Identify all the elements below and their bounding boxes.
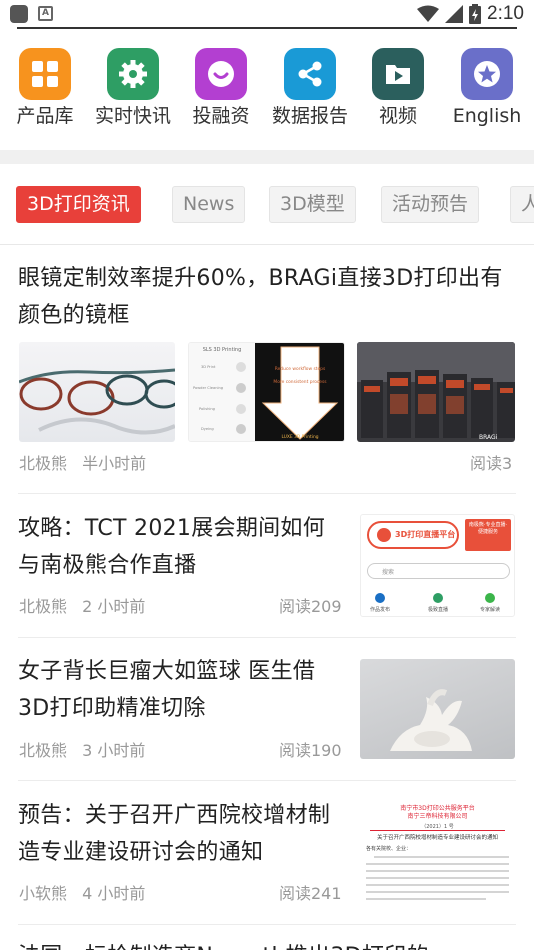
article-image-process-chart: SLS 3D Printing 3D Print Powder Cleaning… bbox=[188, 342, 345, 442]
doc-number: （2021）1 号 bbox=[421, 824, 454, 830]
article-card[interactable]: 法国一标枪制造商Nemeth推出3D打印的 bbox=[18, 938, 516, 950]
article-card[interactable]: 预告：关于召开广西院校增材制造专业建设研讨会的通知 bbox=[18, 797, 348, 871]
doc-header: 南宁市3D打印公共服务平台 bbox=[400, 805, 475, 812]
banner-text: 3D打印直播平台 bbox=[395, 530, 456, 539]
article-divider bbox=[18, 924, 516, 925]
doc-salutation: 各有关院校、企业： bbox=[366, 846, 412, 852]
nav-item-english[interactable]: English bbox=[442, 48, 532, 128]
article-title: 女子背长巨瘤大如篮球 医生借3D打印助精准切除 bbox=[18, 659, 316, 721]
doc-title: 关于召开广西院校增材制造专业建设研讨会的通知 bbox=[376, 835, 498, 841]
chart-heading-right: LUXE 3D Printing bbox=[281, 434, 318, 440]
signal-icon bbox=[445, 5, 464, 23]
article-thumbnail-document: 南宁市3D打印公共服务平台 南宁三帝科技有限公司 （2021）1 号 关于召开广… bbox=[360, 801, 515, 904]
article-title: 法国一标枪制造商Nemeth推出3D打印的 bbox=[18, 938, 516, 950]
smile-icon bbox=[195, 48, 247, 100]
menu-label: 专家解读 bbox=[479, 607, 500, 613]
category-tabs: 3D打印资讯 News 3D模型 活动预告 人 bbox=[0, 186, 534, 224]
article-reads: 阅读209 bbox=[279, 597, 342, 616]
share-icon bbox=[284, 48, 336, 100]
gear-icon bbox=[107, 48, 159, 100]
article-title: 眼镜定制效率提升60%，BRAGi直接3D打印出有颜色的镜框 bbox=[18, 266, 503, 328]
article-author: 北极熊 bbox=[19, 454, 68, 473]
nav-item-investment[interactable]: 投融资 bbox=[176, 48, 266, 128]
article-meta: 北极熊 3 小时前 bbox=[19, 737, 145, 761]
promo-badge: 南极熊·专业直播·便捷服务 bbox=[465, 519, 511, 551]
article-divider bbox=[18, 780, 516, 781]
doc-body-lines bbox=[366, 856, 509, 900]
star-icon bbox=[461, 48, 513, 100]
nav-label: English bbox=[452, 105, 522, 127]
article-time: 4 小时前 bbox=[82, 884, 146, 903]
article-reads: 阅读3 bbox=[470, 454, 513, 473]
article-image-printer-farm: BRAGi bbox=[357, 342, 515, 442]
nav-item-video[interactable]: 视频 bbox=[353, 48, 443, 128]
article-thumbnail-3d-model bbox=[360, 659, 515, 759]
menu-label: 极致直播 bbox=[427, 607, 448, 613]
article-time: 2 小时前 bbox=[82, 597, 146, 616]
nav-label: 投融资 bbox=[192, 105, 250, 127]
nav-label: 实时快讯 bbox=[94, 105, 171, 127]
tab-3d-models[interactable]: 3D模型 bbox=[269, 186, 356, 223]
nav-label: 产品库 bbox=[16, 105, 74, 127]
nav-label: 视频 bbox=[378, 105, 417, 127]
article-card[interactable]: 女子背长巨瘤大如篮球 医生借3D打印助精准切除 bbox=[18, 653, 338, 727]
article-meta: 小软熊 4 小时前 bbox=[19, 880, 145, 904]
status-bar: A 2:10 bbox=[0, 0, 534, 28]
article-meta: 北极熊 半小时前 bbox=[19, 450, 146, 474]
process-step: Powder Cleaning bbox=[193, 386, 223, 390]
wifi-icon bbox=[417, 5, 440, 22]
video-icon bbox=[372, 48, 424, 100]
search-box: 搜索 bbox=[367, 563, 510, 579]
tab-people[interactable]: 人 bbox=[510, 186, 534, 223]
article-reads: 阅读241 bbox=[279, 884, 342, 903]
section-divider bbox=[0, 150, 534, 164]
nav-item-live-news[interactable]: 实时快讯 bbox=[88, 48, 178, 128]
article-reads: 阅读190 bbox=[279, 741, 342, 760]
expert-icon bbox=[485, 593, 495, 603]
article-meta: 北极熊 2 小时前 bbox=[19, 593, 145, 617]
article-thumbnail-live-platform: 3D打印直播平台 南极熊·专业直播·便捷服务 搜索 作品发布 极致直播 专家解读 bbox=[360, 514, 515, 617]
publish-icon bbox=[375, 593, 385, 603]
nav-item-product-library[interactable]: 产品库 bbox=[0, 48, 90, 128]
tabs-divider bbox=[0, 244, 534, 245]
article-image-glasses-1 bbox=[19, 342, 175, 442]
header-divider bbox=[17, 27, 517, 29]
doc-rule bbox=[370, 830, 505, 831]
process-callout: More consistent process bbox=[273, 379, 327, 385]
article-title: 预告：关于召开广西院校增材制造专业建设研讨会的通知 bbox=[18, 803, 331, 865]
banner-pill: 3D打印直播平台 bbox=[367, 521, 459, 549]
process-step: 3D Print bbox=[201, 365, 216, 369]
article-time: 3 小时前 bbox=[82, 741, 146, 760]
app-badge-icon: A bbox=[38, 6, 53, 21]
nav-label: 数据报告 bbox=[271, 105, 348, 127]
notification-icon bbox=[10, 5, 28, 23]
article-divider bbox=[18, 493, 516, 494]
article-time: 半小时前 bbox=[82, 454, 147, 473]
article-divider bbox=[18, 637, 516, 638]
battery-icon bbox=[469, 4, 482, 24]
status-icons: 2:10 bbox=[417, 2, 524, 26]
article-author: 北极熊 bbox=[19, 741, 68, 760]
tab-event-preview[interactable]: 活动预告 bbox=[381, 186, 480, 223]
process-step: Dyeing bbox=[201, 427, 214, 431]
logo-dot bbox=[377, 528, 391, 542]
article-author: 小软熊 bbox=[19, 884, 68, 903]
live-icon bbox=[433, 593, 443, 603]
article-author: 北极熊 bbox=[19, 597, 68, 616]
tab-3d-printing-news[interactable]: 3D打印资讯 bbox=[16, 186, 141, 223]
quick-nav: 产品库 实时快讯 投融资 数据报告 视频 English bbox=[0, 48, 534, 138]
article-card[interactable]: 眼镜定制效率提升60%，BRAGi直接3D打印出有颜色的镜框 bbox=[18, 260, 516, 334]
tab-news[interactable]: News bbox=[172, 186, 246, 223]
clock: 2:10 bbox=[487, 3, 524, 24]
chart-heading-left: SLS 3D Printing bbox=[203, 347, 242, 353]
article-card[interactable]: 攻略：TCT 2021展会期间如何与南极熊合作直播 bbox=[18, 510, 338, 584]
nav-item-data-report[interactable]: 数据报告 bbox=[265, 48, 355, 128]
doc-header: 南宁三帝科技有限公司 bbox=[407, 813, 468, 820]
process-callout: Reduce workflow steps bbox=[275, 366, 326, 372]
brand-watermark: BRAGi bbox=[479, 434, 498, 441]
process-step: Polishing bbox=[199, 407, 215, 411]
grid-icon bbox=[19, 48, 71, 100]
menu-label: 作品发布 bbox=[369, 607, 390, 613]
article-title: 攻略：TCT 2021展会期间如何与南极熊合作直播 bbox=[18, 516, 326, 578]
